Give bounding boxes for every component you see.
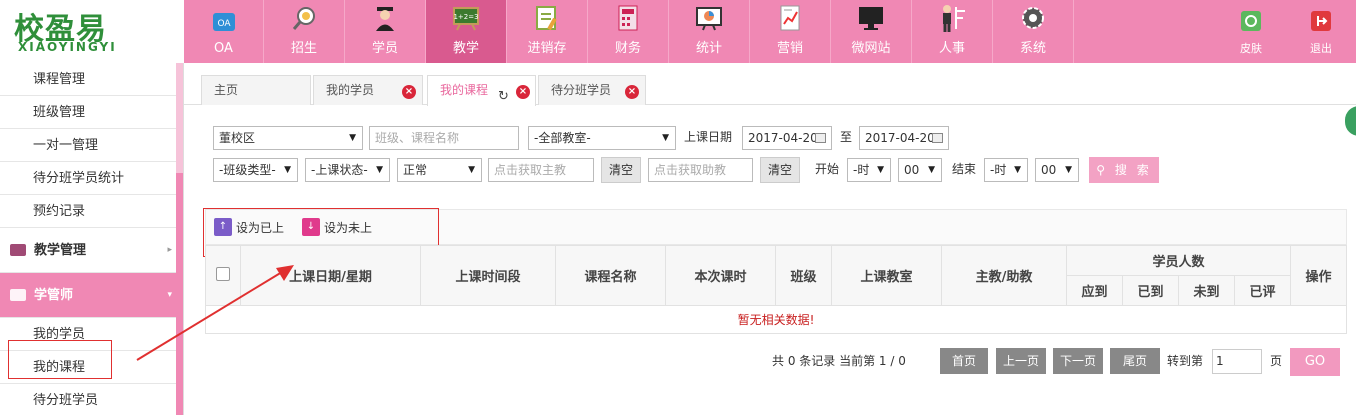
annotation-arrow — [136, 265, 294, 361]
